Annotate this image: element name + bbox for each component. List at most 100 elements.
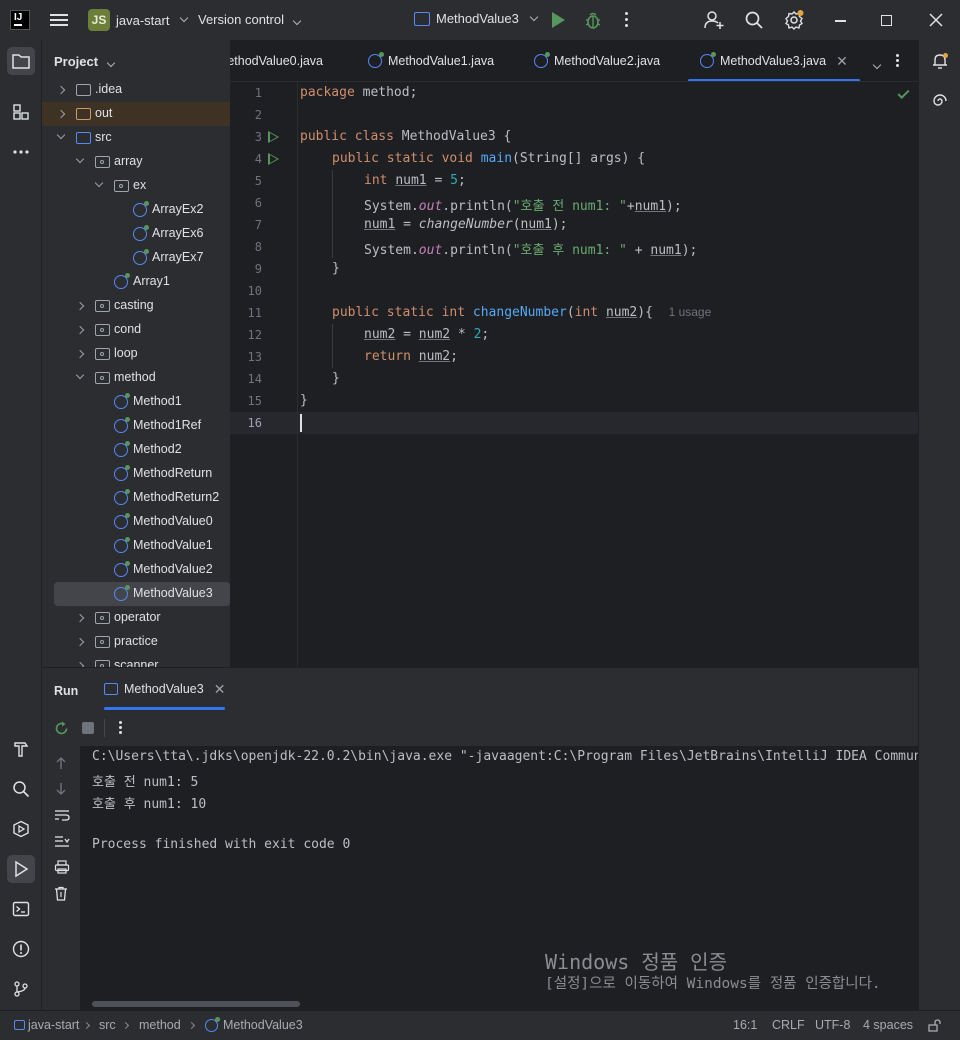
usage-hint[interactable]: 1 usage xyxy=(669,305,712,319)
line-separator[interactable]: CRLF xyxy=(772,1018,805,1032)
main-menu-icon[interactable] xyxy=(50,11,68,29)
tree-item-cond[interactable]: cond xyxy=(42,318,230,342)
git-tool-button[interactable] xyxy=(7,975,35,1003)
chevron-down-icon[interactable] xyxy=(94,178,104,188)
stop-icon[interactable] xyxy=(82,722,94,734)
more-tools-button[interactable] xyxy=(7,138,35,166)
close-window-icon[interactable] xyxy=(926,10,946,30)
search-icon[interactable] xyxy=(744,10,764,30)
tree-item-methodvalue2[interactable]: MethodValue2 xyxy=(42,558,230,582)
tab-methodvalue2[interactable]: MethodValue2.java xyxy=(534,40,660,81)
tree-item-loop[interactable]: loop xyxy=(42,342,230,366)
tree-item-practice[interactable]: practice xyxy=(42,630,230,654)
console-horizontal-scrollbar[interactable] xyxy=(92,1001,300,1007)
tree-item-methodreturn[interactable]: MethodReturn xyxy=(42,462,230,486)
settings-gear-icon[interactable] xyxy=(784,10,804,30)
terminal-tool-button[interactable] xyxy=(7,895,35,923)
tree-item--idea[interactable]: .idea xyxy=(42,78,230,102)
run-icon[interactable] xyxy=(552,12,565,28)
add-user-icon[interactable] xyxy=(704,10,724,30)
project-switcher[interactable]: JS java-start xyxy=(88,9,189,31)
tree-item-arrayex7[interactable]: ArrayEx7 xyxy=(42,246,230,270)
no-problems-check-icon[interactable] xyxy=(897,86,910,100)
run-class-gutter-icon[interactable] xyxy=(268,131,279,143)
line-number[interactable]: 5 xyxy=(230,174,262,188)
tab-methodvalue1[interactable]: MethodValue1.java xyxy=(368,40,494,81)
lock-open-icon[interactable] xyxy=(928,1019,941,1032)
line-number[interactable]: 15 xyxy=(230,394,262,408)
tree-item-method1ref[interactable]: Method1Ref xyxy=(42,414,230,438)
tree-item-array1[interactable]: Array1 xyxy=(42,270,230,294)
close-tab-icon[interactable]: ✕ xyxy=(836,53,848,70)
line-number[interactable]: 2 xyxy=(230,108,262,122)
tree-item-casting[interactable]: casting xyxy=(42,294,230,318)
find-tool-button[interactable] xyxy=(7,775,35,803)
problems-tool-button[interactable] xyxy=(7,935,35,963)
chevron-right-icon[interactable] xyxy=(75,349,85,359)
more-actions-icon[interactable] xyxy=(625,12,629,30)
line-number[interactable]: 11 xyxy=(230,306,262,320)
arrow-up-icon[interactable] xyxy=(54,756,68,770)
soft-wrap-icon[interactable] xyxy=(54,808,70,822)
ai-assistant-button[interactable] xyxy=(926,87,954,115)
tree-item-methodreturn2[interactable]: MethodReturn2 xyxy=(42,486,230,510)
line-number[interactable]: 14 xyxy=(230,372,262,386)
trash-icon[interactable] xyxy=(54,886,68,901)
line-number[interactable]: 9 xyxy=(230,262,262,276)
run-config-selector[interactable]: MethodValue3 xyxy=(414,11,539,26)
tree-item-method2[interactable]: Method2 xyxy=(42,438,230,462)
line-number[interactable]: 7 xyxy=(230,218,262,232)
tree-item-arrayex6[interactable]: ArrayEx6 xyxy=(42,222,230,246)
chevron-right-icon[interactable] xyxy=(75,325,85,335)
tab-list-dropdown[interactable] xyxy=(868,56,882,71)
print-icon[interactable] xyxy=(54,860,70,874)
notifications-button[interactable] xyxy=(926,47,954,75)
line-number[interactable]: 16 xyxy=(230,416,262,430)
run-tab-methodvalue3[interactable]: MethodValue3 ✕ xyxy=(104,668,226,710)
chevron-down-icon[interactable] xyxy=(75,154,85,164)
file-encoding[interactable]: UTF-8 xyxy=(815,1018,850,1032)
rerun-icon[interactable] xyxy=(54,721,69,736)
line-number[interactable]: 3 xyxy=(230,130,262,144)
chevron-right-icon[interactable] xyxy=(56,85,66,95)
services-tool-button[interactable] xyxy=(7,815,35,843)
minimize-button[interactable] xyxy=(830,10,850,30)
tree-item-operator[interactable]: operator xyxy=(42,606,230,630)
tab-methodvalue3[interactable]: MethodValue3.java ✕ xyxy=(688,40,860,81)
tree-item-scanner[interactable]: scanner xyxy=(42,654,230,667)
line-number[interactable]: 1 xyxy=(230,86,262,100)
structure-tool-button[interactable] xyxy=(7,98,35,126)
breadcrumb-src[interactable]: src xyxy=(99,1018,116,1032)
code-editor[interactable]: 1 2 3 4 5 6 7 8 9 10 11 12 13 14 15 16 package method; … xyxy=(230,82,918,667)
scroll-to-end-icon[interactable] xyxy=(54,834,70,848)
close-run-tab-icon[interactable]: ✕ xyxy=(214,681,226,698)
chevron-down-icon[interactable] xyxy=(75,370,85,380)
tree-item-arrayex2[interactable]: ArrayEx2 xyxy=(42,198,230,222)
tree-item-methodvalue1[interactable]: MethodValue1 xyxy=(42,534,230,558)
chevron-down-icon[interactable] xyxy=(56,130,66,140)
line-number[interactable]: 10 xyxy=(230,284,262,298)
run-main-gutter-icon[interactable] xyxy=(268,153,279,165)
line-number[interactable]: 6 xyxy=(230,196,262,210)
breadcrumb-class[interactable]: MethodValue3 xyxy=(205,1016,303,1032)
tree-item-array[interactable]: array xyxy=(42,150,230,174)
debug-icon[interactable] xyxy=(585,11,601,29)
maximize-button[interactable] xyxy=(876,10,896,30)
tree-item-ex[interactable]: ex xyxy=(42,174,230,198)
tree-item-src[interactable]: src xyxy=(42,126,230,150)
line-number[interactable]: 13 xyxy=(230,350,262,364)
run-tool-button[interactable] xyxy=(7,855,35,883)
chevron-right-icon[interactable] xyxy=(75,637,85,647)
tree-item-out[interactable]: out xyxy=(42,102,230,126)
project-tool-button[interactable] xyxy=(7,47,35,75)
tree-item-method1[interactable]: Method1 xyxy=(42,390,230,414)
build-tool-button[interactable] xyxy=(7,735,35,763)
arrow-down-icon[interactable] xyxy=(54,782,68,796)
chevron-right-icon[interactable] xyxy=(75,301,85,311)
console-output[interactable]: C:\Users\tta\.jdks\openjdk-22.0.2\bin\ja… xyxy=(80,746,918,1011)
tree-item-methodvalue0[interactable]: MethodValue0 xyxy=(42,510,230,534)
line-number[interactable]: 12 xyxy=(230,328,262,342)
chevron-right-icon[interactable] xyxy=(75,613,85,623)
run-more-icon[interactable] xyxy=(119,721,123,734)
breadcrumb-method[interactable]: method xyxy=(139,1018,181,1032)
